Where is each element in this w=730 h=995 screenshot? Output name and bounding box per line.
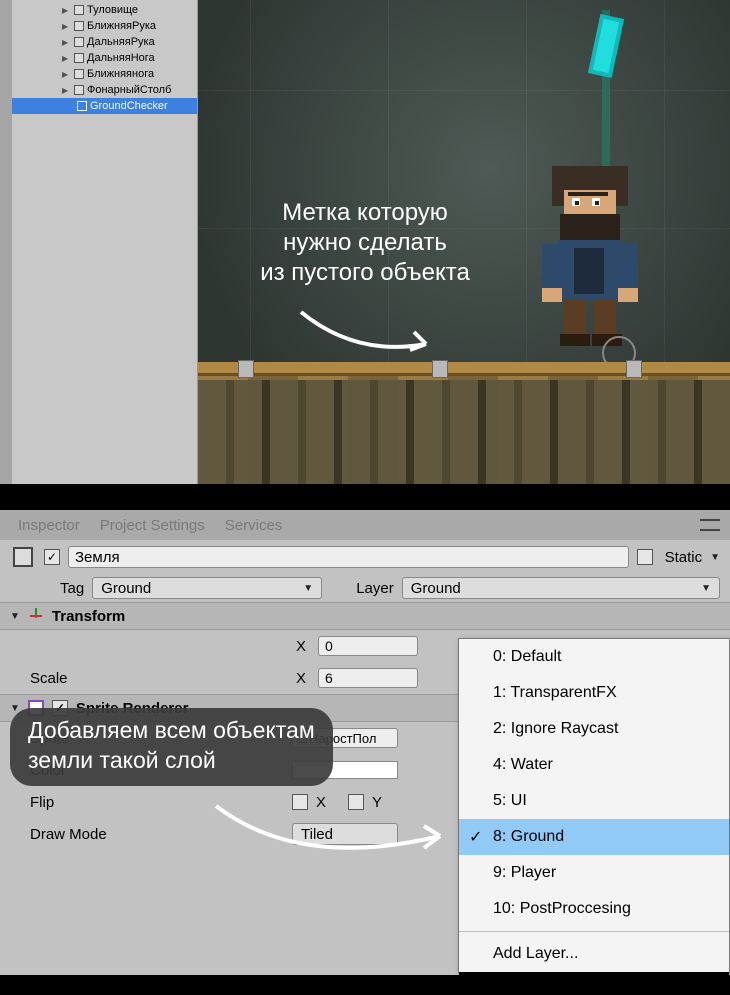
hierarchy-item-label: БлижняяРука — [87, 20, 156, 32]
gameobject-icon — [73, 20, 85, 32]
annotation-label: Добавляем всем объектам земли такой слой — [10, 708, 333, 786]
chevron-down-icon: ▼ — [701, 583, 711, 594]
layer-option-label: 0: Default — [493, 648, 561, 666]
staff-gem-sprite — [588, 14, 624, 78]
layer-option[interactable]: 0: Default — [459, 639, 729, 675]
hierarchy-item[interactable]: ▶ Ближняянога — [0, 66, 197, 82]
scale-x-input[interactable] — [318, 668, 418, 688]
tab-services[interactable]: Services — [225, 517, 283, 534]
hierarchy-item-label: Туловище — [87, 4, 138, 16]
tag-value: Ground — [101, 580, 151, 597]
annotation-arrow-icon — [210, 800, 458, 880]
annotation-line: Метка которую — [220, 198, 510, 228]
foldout-icon[interactable]: ▶ — [62, 38, 71, 47]
annotation-label: Метка которую нужно сделать из пустого о… — [220, 198, 510, 288]
hierarchy-item-label: ДальняяРука — [87, 36, 155, 48]
layer-option[interactable]: 2: Ignore Raycast — [459, 711, 729, 747]
chevron-down-icon[interactable]: ▼ — [710, 552, 720, 563]
hierarchy-panel[interactable]: ▶ Туловище ▶ БлижняяРука ▶ ДальняяРука ▶… — [0, 0, 198, 484]
add-layer-label: Add Layer... — [493, 945, 578, 963]
layer-option[interactable]: 10: PostProccesing — [459, 891, 729, 927]
gameobject-icon — [73, 68, 85, 80]
object-name-input[interactable] — [68, 546, 629, 568]
hierarchy-item-label: Ближняянога — [87, 68, 154, 80]
hierarchy-item[interactable]: ▶ Туловище — [0, 2, 197, 18]
hierarchy-item[interactable]: ▶ ФонарныйСтолб — [0, 82, 197, 98]
hierarchy-item-label: ФонарныйСтолб — [87, 84, 171, 96]
panel-menu-icon[interactable] — [700, 519, 720, 531]
hierarchy-item[interactable]: ▶ ДальняяНога — [0, 50, 197, 66]
layer-option-label: 4: Water — [493, 756, 553, 774]
layer-option-label: 8: Ground — [493, 828, 564, 846]
layer-option-selected[interactable]: 8: Ground — [459, 819, 729, 855]
tag-label: Tag — [60, 580, 84, 597]
hierarchy-item[interactable]: ▶ ДальняяРука — [0, 34, 197, 50]
annotation-line: Добавляем всем объектам — [28, 716, 315, 746]
chevron-down-icon: ▼ — [303, 583, 313, 594]
hierarchy-gutter — [0, 0, 12, 484]
scale-label: Scale — [30, 670, 284, 687]
axis-x-label: X — [292, 638, 310, 655]
hierarchy-item-selected[interactable]: GroundChecker — [0, 98, 197, 114]
layer-label: Layer — [356, 580, 394, 597]
layer-option[interactable]: 5: UI — [459, 783, 729, 819]
tag-dropdown[interactable]: Ground ▼ — [92, 577, 322, 599]
layer-option[interactable]: 4: Water — [459, 747, 729, 783]
layer-option-label: 2: Ignore Raycast — [493, 720, 618, 738]
scene-and-hierarchy: ▶ Туловище ▶ БлижняяРука ▶ ДальняяРука ▶… — [0, 0, 730, 484]
static-checkbox[interactable] — [637, 549, 653, 565]
gameobject-icon — [73, 36, 85, 48]
layer-option-label: 5: UI — [493, 792, 527, 810]
foldout-icon[interactable]: ▼ — [10, 611, 20, 622]
nail-sprite — [432, 360, 448, 378]
hierarchy-item[interactable]: ▶ БлижняяРука — [0, 18, 197, 34]
layer-value: Ground — [411, 580, 461, 597]
layer-option-label: 9: Player — [493, 864, 556, 882]
foldout-icon[interactable]: ▶ — [62, 6, 71, 15]
layer-option[interactable]: 9: Player — [459, 855, 729, 891]
gameobject-icon — [73, 84, 85, 96]
gameobject-icon — [73, 4, 85, 16]
annotation-line: нужно сделать — [220, 228, 510, 258]
ground-under-tiles — [198, 380, 730, 484]
nail-sprite — [238, 360, 254, 378]
annotation-arrow-icon — [296, 302, 446, 362]
axis-x-label: X — [292, 670, 310, 687]
layer-option[interactable]: 1: TransparentFX — [459, 675, 729, 711]
gameobject-icon — [10, 544, 36, 570]
static-label: Static — [661, 549, 703, 566]
tab-inspector[interactable]: Inspector — [18, 517, 80, 534]
menu-separator — [459, 931, 729, 932]
foldout-icon[interactable]: ▶ — [62, 86, 71, 95]
inspector-panel: Inspector Project Settings Services ✓ St… — [0, 510, 730, 985]
annotation-line: из пустого объекта — [220, 258, 510, 288]
add-layer-option[interactable]: Add Layer... — [459, 936, 729, 972]
layer-dropdown[interactable]: Ground ▼ — [402, 577, 720, 599]
layer-option-label: 10: PostProccesing — [493, 900, 631, 918]
layer-option-label: 1: TransparentFX — [493, 684, 617, 702]
foldout-icon[interactable]: ▶ — [62, 22, 71, 31]
tab-project-settings[interactable]: Project Settings — [100, 517, 205, 534]
foldout-icon[interactable]: ▶ — [62, 70, 71, 79]
transform-title: Transform — [52, 608, 125, 625]
character-sprite — [530, 140, 650, 360]
inspector-tabs: Inspector Project Settings Services — [0, 510, 730, 540]
position-x-input[interactable] — [318, 636, 418, 656]
foldout-icon[interactable]: ▶ — [62, 54, 71, 63]
transform-header[interactable]: ▼ Transform — [0, 602, 730, 630]
layer-dropdown-menu: 0: Default 1: TransparentFX 2: Ignore Ra… — [458, 638, 730, 973]
nail-sprite — [626, 360, 642, 378]
hierarchy-item-label: ДальняяНога — [87, 52, 155, 64]
active-checkbox[interactable]: ✓ — [44, 549, 60, 565]
gameobject-icon — [73, 52, 85, 64]
gameobject-icon — [76, 100, 88, 112]
hierarchy-item-label: GroundChecker — [90, 100, 168, 112]
transform-icon — [28, 608, 44, 624]
annotation-line: земли такой слой — [28, 746, 315, 776]
